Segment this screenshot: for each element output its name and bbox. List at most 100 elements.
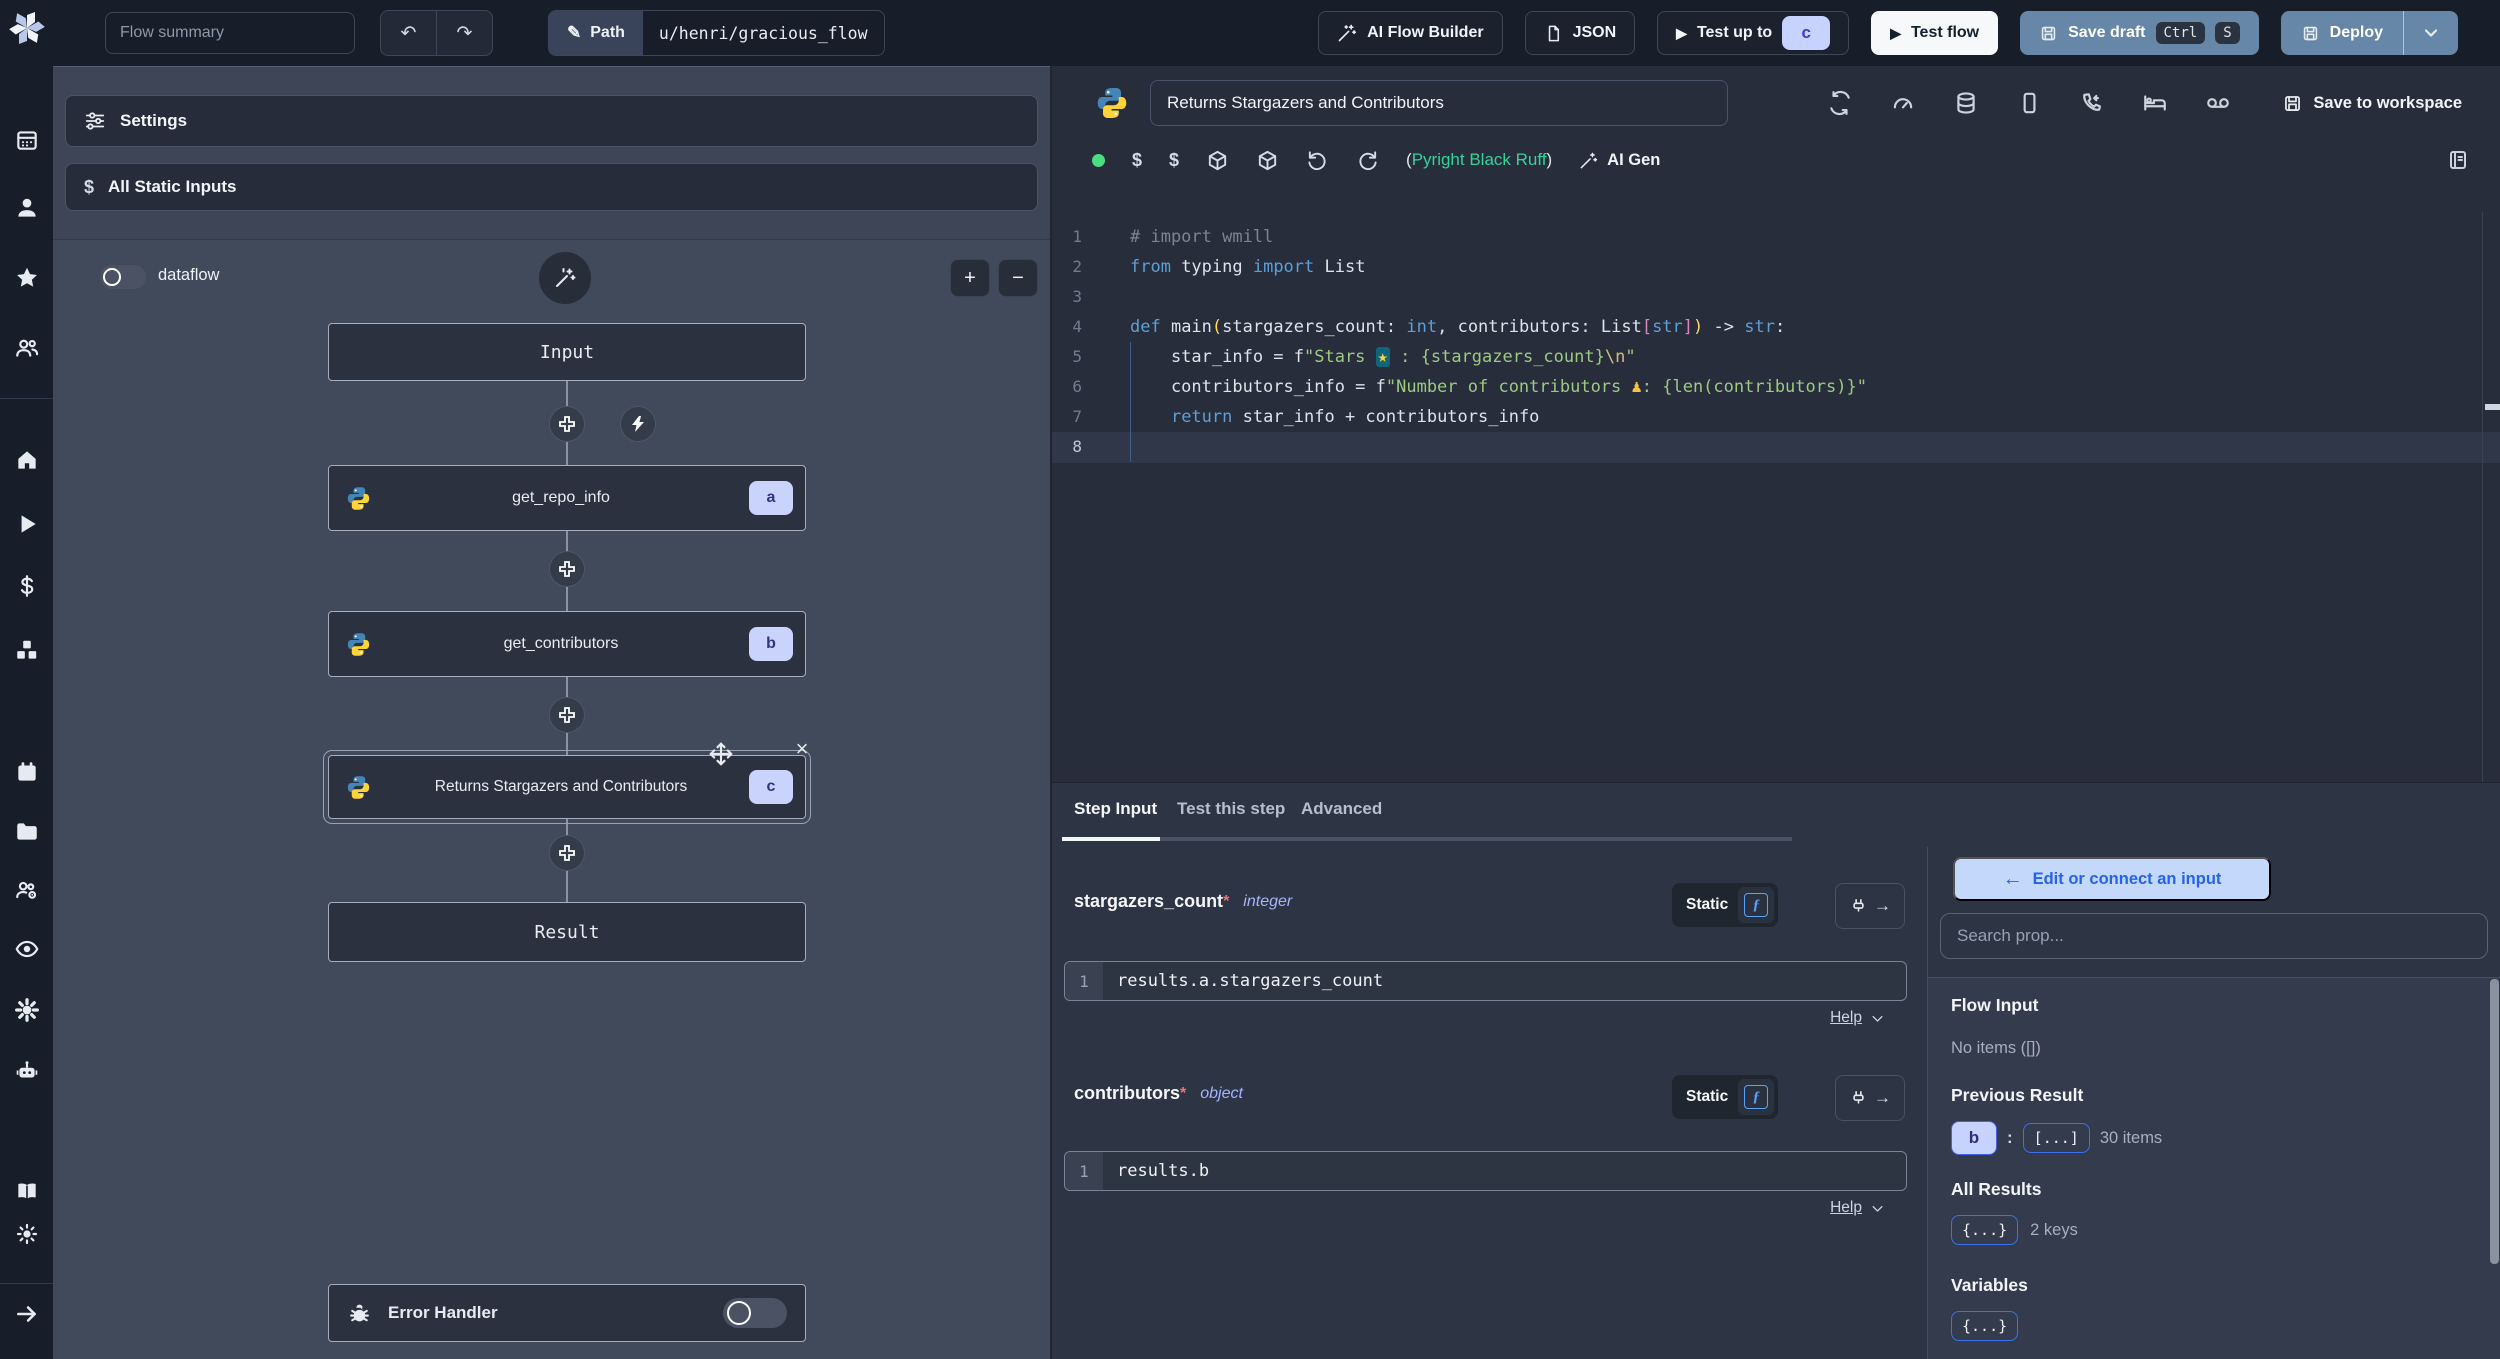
step-id-badge: b bbox=[749, 627, 793, 661]
add-step-button[interactable] bbox=[549, 697, 585, 733]
concurrency-gauge-icon[interactable] bbox=[1890, 90, 1916, 116]
static-mode-toggle[interactable]: Static ƒ bbox=[1672, 1075, 1779, 1119]
test-flow-button[interactable]: ▶ Test flow bbox=[1871, 11, 1999, 55]
help-link[interactable]: Help bbox=[1830, 1009, 1862, 1027]
deploy-button[interactable]: Deploy bbox=[2281, 11, 2403, 55]
add-step-button[interactable] bbox=[549, 406, 585, 442]
resources-picker-icon[interactable]: $ bbox=[1169, 150, 1179, 171]
undo-button[interactable]: ↶ bbox=[381, 11, 436, 55]
error-handler-node[interactable]: Error Handler bbox=[328, 1284, 806, 1342]
step-title-input[interactable] bbox=[1150, 80, 1728, 126]
docs-book-icon[interactable] bbox=[0, 1177, 53, 1205]
ai-flow-builder-button[interactable]: AI Flow Builder bbox=[1318, 11, 1503, 55]
flow-node-get-contributors[interactable]: get_contributors b bbox=[328, 611, 806, 677]
variables-dollar-icon[interactable] bbox=[0, 572, 53, 600]
package-install-icon[interactable] bbox=[1256, 149, 1279, 172]
step-b-chip[interactable]: b bbox=[1951, 1121, 1997, 1155]
theme-toggle-sun-icon[interactable] bbox=[0, 1220, 53, 1248]
mock-voicemail-icon[interactable] bbox=[2205, 90, 2231, 116]
reload-icon[interactable] bbox=[1356, 149, 1379, 172]
folders-icon[interactable] bbox=[0, 817, 53, 845]
resources-cubes-icon[interactable] bbox=[0, 636, 53, 664]
suspend-phone-icon[interactable] bbox=[2079, 90, 2105, 116]
zoom-in-button[interactable]: + bbox=[950, 259, 990, 297]
tab-step-input[interactable]: Step Input bbox=[1074, 799, 1157, 819]
search-prop-input[interactable] bbox=[1940, 913, 2488, 959]
scrollbar[interactable] bbox=[2490, 979, 2499, 1264]
library-icon[interactable] bbox=[2446, 148, 2470, 177]
python-icon bbox=[345, 631, 373, 658]
audit-logs-eye-icon[interactable] bbox=[0, 935, 53, 963]
scrollbar-mark[interactable] bbox=[2485, 404, 2500, 410]
user-groups-icon[interactable] bbox=[0, 334, 53, 362]
variables-picker-icon[interactable]: $ bbox=[1132, 150, 1142, 171]
fx-mode-segment[interactable]: ƒ bbox=[1738, 887, 1775, 923]
edit-or-connect-input-button[interactable]: ← Edit or connect an input bbox=[1953, 857, 2271, 901]
fx-mode-segment[interactable]: ƒ bbox=[1738, 1079, 1775, 1115]
chevron-down-icon[interactable] bbox=[1870, 1201, 1885, 1216]
chevron-down-icon[interactable] bbox=[1870, 1011, 1885, 1026]
flow-summary-input[interactable] bbox=[105, 12, 355, 54]
flow-node-get-repo-info[interactable]: get_repo_info a bbox=[328, 465, 806, 531]
cache-database-icon[interactable] bbox=[1953, 90, 1979, 116]
ai-assistant-robot-icon[interactable] bbox=[0, 1057, 53, 1085]
ai-gen-button[interactable]: AI Gen bbox=[1579, 151, 1660, 170]
save-draft-button[interactable]: Save draft Ctrl S bbox=[2020, 11, 2259, 55]
expand-sidebar-arrow-icon[interactable] bbox=[0, 1300, 53, 1328]
runs-play-icon[interactable] bbox=[0, 510, 53, 538]
error-handler-toggle[interactable] bbox=[723, 1298, 787, 1328]
deploy-dropdown-button[interactable] bbox=[2404, 11, 2458, 55]
static-mode-toggle[interactable]: Static ƒ bbox=[1672, 883, 1779, 927]
retries-icon[interactable] bbox=[1827, 90, 1853, 116]
favorites-star-icon[interactable] bbox=[0, 264, 53, 292]
path-group[interactable]: ✎ Path u/henri/gracious_flow bbox=[548, 10, 885, 56]
sleep-bed-icon[interactable] bbox=[2142, 90, 2168, 116]
add-step-button[interactable] bbox=[549, 551, 585, 587]
sidebar-divider bbox=[0, 398, 53, 399]
flow-node-selected[interactable]: Returns Stargazers and Contributors c × bbox=[323, 736, 811, 824]
contributors-expression-input[interactable]: 1 results.b bbox=[1064, 1151, 1907, 1191]
flow-node-input[interactable]: Input bbox=[328, 323, 806, 381]
save-to-workspace-button[interactable]: Save to workspace bbox=[2282, 80, 2462, 126]
function-mode-icon: ƒ bbox=[1744, 893, 1769, 917]
schedules-calendar-icon[interactable] bbox=[0, 758, 53, 786]
collapsed-array-chip[interactable]: [...] bbox=[2022, 1123, 2090, 1153]
path-value[interactable]: u/henri/gracious_flow bbox=[643, 11, 884, 55]
settings-gear-icon[interactable] bbox=[0, 996, 53, 1024]
ai-wand-button[interactable] bbox=[539, 252, 591, 304]
workers-icon[interactable] bbox=[0, 876, 53, 904]
connections-panel: ← Edit or connect an input Flow Input No… bbox=[1927, 847, 2500, 1359]
tab-test-this-step[interactable]: Test this step bbox=[1177, 799, 1285, 819]
path-label-chip[interactable]: ✎ Path bbox=[549, 11, 643, 55]
plus-icon bbox=[559, 845, 575, 861]
add-step-button[interactable] bbox=[549, 835, 585, 871]
flow-settings-button[interactable]: Settings bbox=[65, 95, 1038, 147]
code-lines[interactable]: # import wmill from typing import List def… bbox=[1130, 222, 1867, 462]
zoom-out-button[interactable]: − bbox=[998, 259, 1038, 297]
test-up-to-button[interactable]: ▶ Test up to c bbox=[1657, 11, 1850, 55]
connect-input-button[interactable]: → bbox=[1835, 1075, 1905, 1121]
all-static-inputs-button[interactable]: $ All Static Inputs bbox=[65, 163, 1038, 211]
delete-step-button[interactable]: × bbox=[789, 736, 815, 762]
flow-node-result[interactable]: Result bbox=[328, 902, 806, 962]
collapsed-object-chip[interactable]: {...} bbox=[1951, 1215, 2019, 1245]
tab-advanced[interactable]: Advanced bbox=[1301, 799, 1382, 819]
reset-undo-icon[interactable] bbox=[1306, 149, 1329, 172]
collapsed-object-chip[interactable]: {...} bbox=[1951, 1311, 2019, 1341]
help-link[interactable]: Help bbox=[1830, 1199, 1862, 1217]
connect-input-button[interactable]: → bbox=[1835, 883, 1905, 929]
move-step-handle[interactable] bbox=[705, 738, 737, 770]
code-editor-panel: Save to workspace $ $ (Pyright Black Ruf… bbox=[1050, 66, 2500, 782]
apps-icon[interactable] bbox=[0, 126, 53, 154]
package-icon[interactable] bbox=[1206, 149, 1229, 172]
stargazers-count-expression-input[interactable]: 1 results.a.stargazers_count bbox=[1064, 961, 1907, 1001]
move-icon bbox=[709, 742, 733, 766]
add-trigger-button[interactable] bbox=[620, 406, 656, 442]
early-stop-mobile-icon[interactable] bbox=[2016, 90, 2042, 116]
json-button[interactable]: JSON bbox=[1524, 11, 1636, 55]
windmill-logo-icon[interactable] bbox=[0, 12, 53, 44]
dataflow-toggle[interactable] bbox=[100, 265, 146, 289]
home-icon[interactable] bbox=[0, 446, 53, 474]
redo-button[interactable]: ↷ bbox=[437, 11, 492, 55]
user-icon[interactable] bbox=[0, 194, 53, 222]
